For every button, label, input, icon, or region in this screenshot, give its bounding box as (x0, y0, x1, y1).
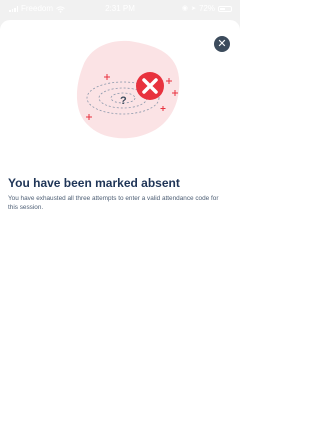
absent-dialog: ✕ ? You have been marked absent You have… (0, 20, 240, 428)
dialog-title: You have been marked absent (8, 176, 180, 190)
question-mark: ? (120, 95, 127, 107)
pink-blob (76, 40, 180, 139)
alarm-icon: ◉ (181, 5, 188, 12)
battery-icon (218, 6, 232, 12)
battery-label: 72% (198, 4, 215, 13)
status-right: ◉ ➤ 72% (182, 2, 232, 16)
absent-x-illustration: ? (76, 40, 180, 139)
dialog-message: You have exhausted all three attempts to… (8, 195, 219, 212)
close-icon: ✕ (217, 38, 227, 50)
location-icon: ➤ (190, 6, 196, 12)
phone-screen: Freedom 2:31 PM ◉ ➤ 72% ✕ ? You have bee… (0, 0, 240, 428)
status-bar: Freedom 2:31 PM ◉ ➤ 72% (0, 0, 240, 20)
close-button[interactable]: ✕ (214, 36, 230, 52)
